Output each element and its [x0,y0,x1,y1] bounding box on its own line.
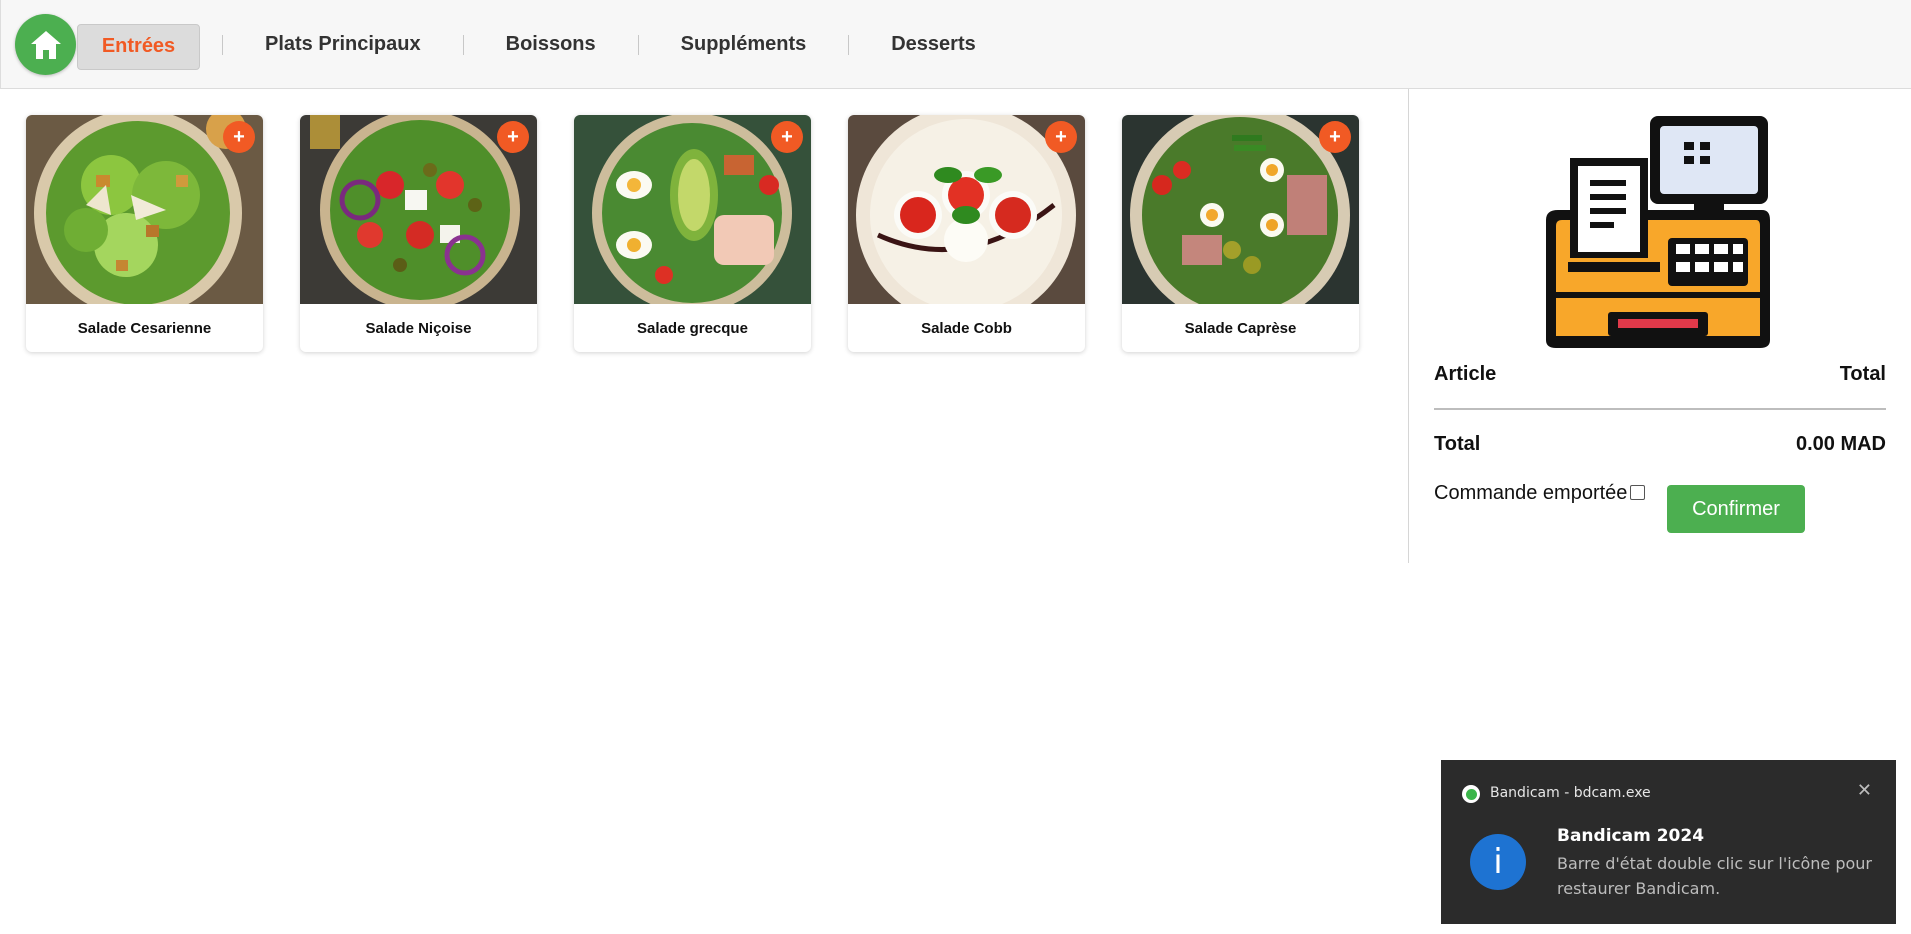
toast-app-name: Bandicam - bdcam.exe [1490,785,1651,801]
takeaway-checkbox[interactable] [1630,485,1646,500]
tab-separator [848,34,850,55]
product-card-salade-grecque[interactable]: + Salade grecque [574,115,811,352]
order-divider [1434,408,1886,410]
info-icon: i [1470,834,1526,890]
column-article: Article [1434,363,1497,385]
add-to-order-button[interactable]: + [771,121,803,153]
tab-plats-principaux[interactable]: Plats Principaux [245,22,441,68]
close-icon[interactable]: ✕ [1857,780,1872,801]
tab-supplements[interactable]: Suppléments [661,22,827,68]
product-name: Salade Cobb [921,319,1012,337]
product-name: Salade Caprèse [1184,319,1297,337]
product-card-salade-cobb[interactable]: + Salade Cobb [848,115,1085,352]
add-to-order-button[interactable]: + [497,121,529,153]
product-name: Salade grecque [637,319,748,337]
product-card-salade-nicoise[interactable]: + Salade Niçoise [300,115,537,352]
add-to-order-button[interactable]: + [1319,121,1351,153]
confirm-button[interactable]: Confirmer [1667,485,1805,533]
order-total-row: Total 0.00 MAD [1434,433,1886,456]
tab-entrees[interactable]: Entrées [77,23,200,70]
tab-separator [462,34,464,55]
add-to-order-button[interactable]: + [1045,121,1077,153]
notification-toast[interactable]: Bandicam - bdcam.exe ✕ i Bandicam 2024 B… [1441,760,1896,924]
total-label: Total [1434,433,1481,455]
add-to-order-button[interactable]: + [223,121,255,153]
takeaway-option: Commande emportée [1434,482,1646,505]
home-button[interactable] [15,14,76,75]
column-total: Total [1839,363,1886,385]
cash-register-icon [1546,116,1770,348]
toast-message: Barre d'état double clic sur l'icône pou… [1557,854,1873,898]
product-grid: + Salade Cesarienne + Salade Niçoise + S… [26,115,1396,352]
bandicam-app-icon [1462,785,1480,803]
home-icon [30,30,61,59]
product-card-salade-caprese[interactable]: + Salade Caprèse [1122,115,1359,352]
tab-boissons[interactable]: Boissons [486,22,616,68]
tab-separator [637,34,639,55]
total-value: 0.00 MAD [1795,433,1886,455]
tab-separator [222,34,223,55]
toast-title: Bandicam 2024 [1557,826,1705,846]
top-nav: Entrées Plats Principaux Boissons Supplé… [0,0,1911,89]
order-header: Article Total [1434,363,1886,386]
category-tabs: Entrées Plats Principaux Boissons Supplé… [77,0,996,89]
product-card-salade-cesarienne[interactable]: + Salade Cesarienne [26,115,263,352]
product-name: Salade Niçoise [365,319,472,337]
tab-desserts[interactable]: Desserts [871,22,996,68]
takeaway-label: Commande emportée [1434,482,1628,504]
panel-divider [1408,89,1409,563]
product-name: Salade Cesarienne [77,319,212,337]
